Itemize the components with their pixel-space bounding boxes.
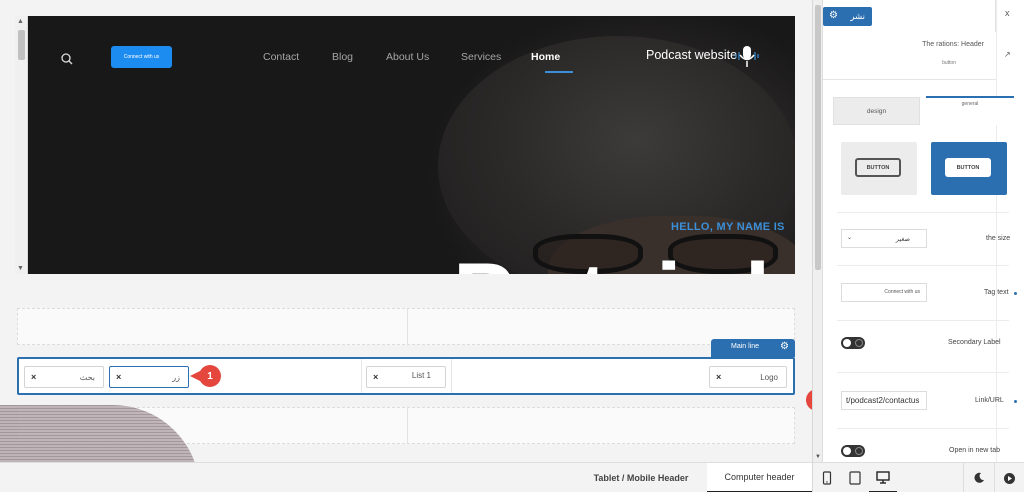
scroll-down-icon[interactable]: ▼ xyxy=(17,265,24,272)
breadcrumb-sub: button xyxy=(942,60,956,66)
remove-icon[interactable]: × xyxy=(373,372,378,382)
tab-mobile-header[interactable]: Tablet / Mobile Header xyxy=(575,463,707,492)
size-select[interactable]: ⌄ صغير xyxy=(841,229,927,248)
nav-link-services[interactable]: Services xyxy=(461,51,501,63)
panel-tabs: design general xyxy=(833,96,1014,126)
chip-button[interactable]: × زر xyxy=(109,366,189,388)
settings-panel: ▼ ⚙ نشر x The rations: Header button ↗ d… xyxy=(812,0,1024,492)
secondary-label-toggle[interactable] xyxy=(841,337,865,349)
link-url-value: t/podcast2/contactus xyxy=(846,396,920,405)
link-url-label: Link/URL xyxy=(975,397,1004,404)
style-preview-button: BUTTON xyxy=(945,158,991,177)
breadcrumb-title: The rations: Header xyxy=(922,41,984,48)
open-new-tab-toggle[interactable] xyxy=(841,445,865,457)
style-solid-option[interactable]: BUTTON xyxy=(931,142,1007,195)
site-navbar: Connect with us Contact Blog About Us Se… xyxy=(28,16,795,96)
link-url-input[interactable]: t/podcast2/contactus xyxy=(841,391,927,410)
secondary-label-label: Secondary Label xyxy=(948,339,1001,346)
preview-scrollbar[interactable]: ▲ ▼ xyxy=(15,16,28,274)
nav-link-blog[interactable]: Blog xyxy=(332,51,353,63)
annotation-badge-1: 1 xyxy=(199,365,221,387)
open-new-tab-label: Open in new tab xyxy=(949,447,1000,454)
device-switcher xyxy=(813,462,1024,492)
remove-icon[interactable]: × xyxy=(116,372,121,382)
search-icon[interactable] xyxy=(60,52,74,66)
tab-general[interactable]: general xyxy=(926,96,1014,125)
style-preview-button: BUTTON xyxy=(855,158,901,177)
desktop-device-icon[interactable] xyxy=(869,463,897,492)
hero-section: HELLO, MY NAME IS Patrick Connect with u… xyxy=(28,16,795,274)
remove-icon[interactable]: × xyxy=(716,372,721,382)
top-row[interactable] xyxy=(17,308,795,345)
chevron-down-icon: ⌄ xyxy=(847,235,853,241)
size-value: صغير xyxy=(895,236,910,243)
tablet-device-icon[interactable] xyxy=(841,463,869,492)
nav-active-indicator xyxy=(545,71,573,73)
tag-text-input[interactable]: Connect with us xyxy=(841,283,927,302)
publish-button[interactable]: ⚙ نشر xyxy=(823,7,872,26)
size-label: the size xyxy=(986,235,1011,242)
publish-label: نشر xyxy=(850,11,865,21)
style-outline-option[interactable]: BUTTON xyxy=(841,142,917,195)
responsive-dot xyxy=(1014,292,1017,295)
nav-link-contact[interactable]: Contact xyxy=(263,51,299,63)
scroll-thumb[interactable] xyxy=(815,5,821,270)
responsive-dot xyxy=(1014,400,1017,403)
chip-label: Logo xyxy=(760,373,778,382)
main-row-tab[interactable]: Main line ⚙ xyxy=(711,339,795,357)
tab-design[interactable]: design xyxy=(833,97,920,125)
site-logo-text[interactable]: Podcast website xyxy=(646,48,737,62)
scroll-up-icon[interactable]: ▲ xyxy=(17,18,24,25)
panel-scrollbar[interactable]: ▼ xyxy=(813,0,823,462)
tab-computer-header[interactable]: Computer header xyxy=(707,463,812,492)
play-icon[interactable] xyxy=(994,463,1024,492)
tag-text-label: Tag text xyxy=(984,289,1009,296)
chip-search[interactable]: × بحث xyxy=(24,366,104,388)
chip-label: زر xyxy=(172,373,180,382)
gear-icon: ⚙ xyxy=(829,10,838,21)
nav-link-about[interactable]: About Us xyxy=(386,51,429,63)
remove-icon[interactable]: × xyxy=(31,372,36,382)
chip-label: List 1 xyxy=(411,371,431,380)
chip-logo[interactable]: × Logo xyxy=(709,366,787,388)
chip-list[interactable]: × List 1 xyxy=(366,366,446,388)
breadcrumb: The rations: Header button xyxy=(823,32,996,80)
back-arrow-icon[interactable]: ↗ xyxy=(1004,50,1011,59)
hero-hello-text: HELLO, MY NAME IS xyxy=(671,221,785,233)
hero-name-text: Patrick xyxy=(453,244,795,274)
microphone-icon xyxy=(735,46,759,67)
chip-label: بحث xyxy=(79,373,95,382)
main-row[interactable]: × بحث × زر × List 1 × Logo xyxy=(17,357,795,395)
main-row-label: Main line xyxy=(731,343,760,350)
tag-text-value: Connect with us xyxy=(884,289,920,295)
header-type-tabs: Tablet / Mobile Header Computer header xyxy=(0,462,812,492)
mobile-device-icon[interactable] xyxy=(813,463,841,492)
gear-icon[interactable]: ⚙ xyxy=(780,341,789,352)
connect-button[interactable]: Connect with us xyxy=(111,46,172,68)
scroll-thumb[interactable] xyxy=(18,30,25,60)
scroll-down-icon[interactable]: ▼ xyxy=(815,454,821,460)
close-icon[interactable]: x xyxy=(1005,8,1010,18)
site-preview: ▲ ▼ HELLO, MY NAME IS Patrick Connect wi… xyxy=(15,16,795,274)
nav-link-home[interactable]: Home xyxy=(531,51,560,63)
dark-mode-icon[interactable] xyxy=(963,463,994,492)
